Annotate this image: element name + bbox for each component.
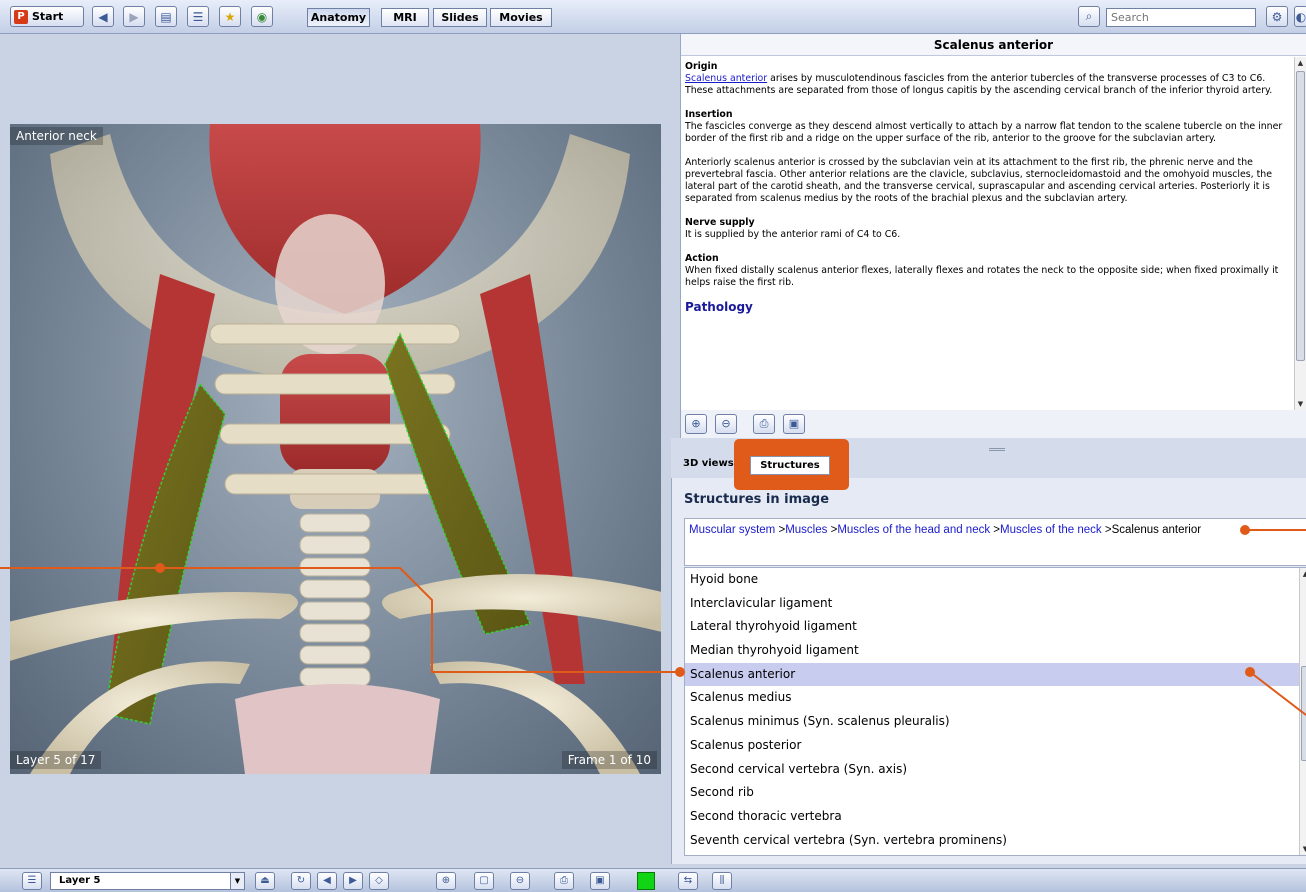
description-scrollbar[interactable]: ▲ ▼: [1294, 57, 1306, 410]
scroll-up-icon[interactable]: ▲: [1295, 57, 1306, 69]
prev-icon[interactable]: ◀: [317, 872, 337, 890]
nerve-text: It is supplied by the anterior rami of C…: [685, 229, 901, 240]
structures-list[interactable]: Hyoid bone Interclavicular ligament Late…: [684, 567, 1306, 856]
structure-title: Scalenus anterior: [681, 34, 1306, 56]
search-input[interactable]: [1106, 8, 1256, 27]
print-icon[interactable]: ⎙: [753, 414, 775, 434]
structure-breadcrumb: Muscular system >Muscles >Muscles of the…: [684, 518, 1306, 566]
zoom-in-icon[interactable]: ⊕: [436, 872, 456, 890]
list-item[interactable]: Seventh cervical vertebra (Syn. vertebra…: [685, 829, 1306, 853]
origin-text: arises by musculotendinous fascicles fro…: [685, 73, 1273, 96]
settings-icon[interactable]: ◐: [1294, 6, 1306, 27]
scroll-thumb[interactable]: [1296, 71, 1305, 361]
zoom-out-icon[interactable]: ⊖: [510, 872, 530, 890]
nerve-heading: Nerve supply: [685, 217, 755, 228]
tab-movies[interactable]: Movies: [490, 8, 552, 27]
document-icon[interactable]: ▤: [155, 6, 177, 27]
list-scrollbar[interactable]: ▲ ▼: [1299, 568, 1306, 855]
forward-arrow-icon[interactable]: ▶: [123, 6, 145, 27]
save-icon[interactable]: ▣: [783, 414, 805, 434]
list-item[interactable]: Hyoid bone: [685, 568, 1306, 592]
bottom-toolbar: ☰ Layer 5 ▼ ⏏ ↻ ◀ ▶ ◇ ⊕ ▢ ⊖ ⎙ ▣ ⇆ ⫼: [0, 868, 1306, 892]
list-item[interactable]: Second cervical vertebra (Syn. axis): [685, 758, 1306, 782]
origin-link[interactable]: Scalenus anterior: [685, 73, 767, 84]
start-button[interactable]: P Start: [10, 6, 84, 27]
magnifier-icon[interactable]: ⌕: [1078, 6, 1100, 27]
layer-counter: Layer 5 of 17: [10, 751, 102, 769]
start-label: Start: [32, 10, 64, 23]
tab-slides[interactable]: Slides: [433, 8, 487, 27]
insertion-text: The fascicles converge as they descend a…: [685, 121, 1283, 144]
layer-select-value: Layer 5: [59, 875, 101, 886]
list-item[interactable]: Scalenus medius: [685, 686, 1306, 710]
print-icon[interactable]: ⎙: [554, 872, 574, 890]
action-text: When fixed distally scalenus anterior fl…: [685, 265, 1279, 288]
next-icon[interactable]: ▶: [343, 872, 363, 890]
save-icon[interactable]: ▣: [590, 872, 610, 890]
pathology-heading[interactable]: Pathology: [685, 301, 1291, 313]
back-arrow-icon[interactable]: ◀: [92, 6, 114, 27]
list-icon[interactable]: ☰: [187, 6, 209, 27]
layer-select[interactable]: Layer 5 ▼: [50, 872, 245, 890]
tab-anatomy[interactable]: Anatomy: [307, 8, 370, 27]
action-heading: Action: [685, 253, 719, 264]
tab-mri[interactable]: MRI: [381, 8, 429, 27]
swap-icon[interactable]: ⇆: [678, 872, 698, 890]
menu-icon[interactable]: ☰: [22, 872, 42, 890]
anatomy-image-viewer[interactable]: Anterior neck Layer 5 of 17 Frame 1 of 1…: [10, 124, 661, 774]
scroll-up-icon[interactable]: ▲: [1300, 568, 1306, 580]
tab-structures[interactable]: Structures: [750, 456, 830, 475]
eject-icon[interactable]: ⏏: [255, 872, 275, 890]
rotate-icon[interactable]: ↻: [291, 872, 311, 890]
chevron-down-icon[interactable]: ▼: [230, 873, 244, 889]
frame-counter: Frame 1 of 10: [561, 751, 657, 769]
breadcrumb-item[interactable]: Muscular system: [689, 524, 775, 536]
list-item[interactable]: Median thyrohyoid ligament: [685, 639, 1306, 663]
frame-icon[interactable]: ▢: [474, 872, 494, 890]
description-text: Origin Scalenus anterior arises by muscu…: [681, 57, 1295, 410]
relations-text: Anteriorly scalenus anterior is crossed …: [685, 157, 1273, 204]
origin-paragraph: Scalenus anterior arises by musculotendi…: [685, 73, 1291, 97]
breadcrumb-item[interactable]: Muscles: [785, 524, 827, 536]
list-item[interactable]: Scalenus minimus (Syn. scalenus pleurali…: [685, 710, 1306, 734]
gear-icon[interactable]: ⚙: [1266, 6, 1288, 27]
tab-3d-views[interactable]: 3D views: [679, 456, 738, 474]
list-item[interactable]: Second thoracic vertebra: [685, 805, 1306, 829]
zoom-in-icon[interactable]: ⊕: [685, 414, 707, 434]
breadcrumb-item[interactable]: Muscles of the neck: [1000, 524, 1102, 536]
color-icon[interactable]: [637, 872, 655, 890]
list-item[interactable]: Second rib: [685, 781, 1306, 805]
list-item[interactable]: Interclavicular ligament: [685, 592, 1306, 616]
zoom-out-icon[interactable]: ⊖: [715, 414, 737, 434]
view-label: Anterior neck: [10, 127, 103, 145]
scroll-down-icon[interactable]: ▼: [1295, 398, 1306, 410]
neck-3d-render[interactable]: [10, 124, 661, 774]
graph-icon[interactable]: ⫼: [712, 872, 732, 890]
scroll-down-icon[interactable]: ▼: [1300, 843, 1306, 855]
top-toolbar: P Start ◀ ▶ ▤ ☰ ★ ◉ Anatomy MRI Slides M…: [0, 0, 1306, 34]
breadcrumb-current: Scalenus anterior: [1111, 524, 1202, 536]
origin-heading: Origin: [685, 61, 718, 72]
tag-icon[interactable]: ◇: [369, 872, 389, 890]
globe-icon[interactable]: ◉: [251, 6, 273, 27]
structures-panel: Structures in image Muscular system >Mus…: [671, 478, 1306, 864]
insertion-heading: Insertion: [685, 109, 733, 120]
scroll-thumb[interactable]: [1301, 666, 1306, 761]
list-item[interactable]: Lateral thyrohyoid ligament: [685, 615, 1306, 639]
structures-heading: Structures in image: [684, 492, 830, 507]
splitter-handle-icon[interactable]: [989, 448, 1005, 451]
list-item-selected[interactable]: Scalenus anterior: [685, 662, 1306, 687]
app-logo-icon: P: [14, 9, 28, 24]
star-icon[interactable]: ★: [219, 6, 241, 27]
breadcrumb-item[interactable]: Muscles of the head and neck: [837, 524, 990, 536]
list-item[interactable]: Scalenus posterior: [685, 734, 1306, 758]
description-toolbar: ⊕ ⊖ ⎙ ▣: [680, 410, 1306, 438]
description-panel: Scalenus anterior Origin Scalenus anteri…: [680, 34, 1306, 410]
